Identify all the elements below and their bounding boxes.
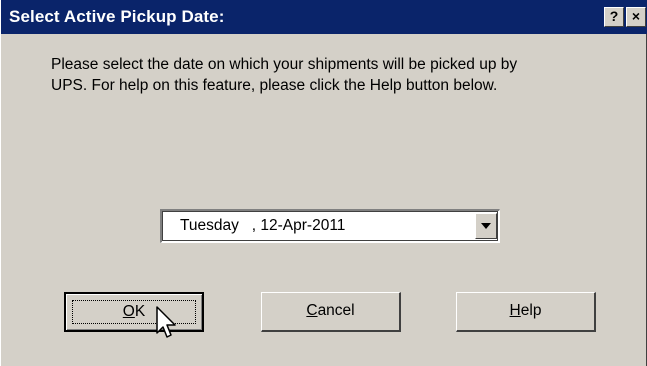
cancel-label: ancel [317,302,355,319]
dialog-title: Select Active Pickup Date: [9,7,225,26]
help-button[interactable]: Help [456,292,596,332]
ok-button[interactable]: OK [64,292,204,332]
pickup-date-dialog: Select Active Pickup Date: ? × Please se… [0,0,647,366]
help-glyph: ? [609,8,619,24]
dropdown-button[interactable] [475,213,497,239]
chevron-down-icon [481,223,491,229]
close-glyph: × [631,8,641,24]
selected-date: Tuesday , 12-Apr-2011 [180,217,346,234]
help-mnemonic: H [509,302,521,319]
mouse-cursor-icon [156,306,176,338]
instruction-text: Please select the date on which your shi… [51,56,518,94]
help-icon[interactable]: ? [604,7,624,27]
close-icon[interactable]: × [626,7,646,27]
cancel-button[interactable]: Cancel [261,292,401,332]
help-label: elp [520,302,542,319]
cancel-mnemonic: C [306,302,318,319]
title-bar[interactable]: Select Active Pickup Date: ? × [1,0,647,34]
pickup-date-select[interactable]: Tuesday , 12-Apr-2011 [160,209,500,243]
